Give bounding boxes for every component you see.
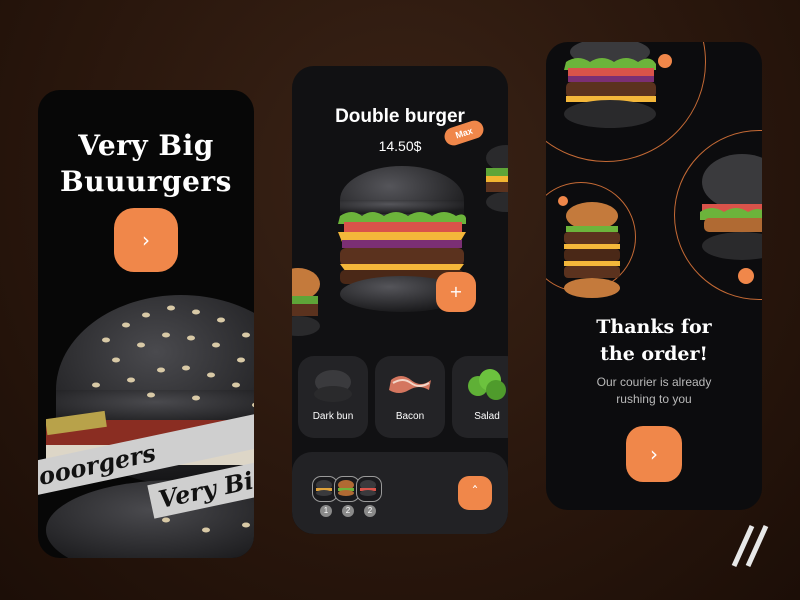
cart-item-qty: 2 (364, 505, 376, 517)
continue-button[interactable]: › (626, 426, 682, 482)
splash-title: Very Big Buuurgers (60, 129, 232, 198)
thanks-title: Thanks for the order! (596, 316, 712, 365)
cart-bar: 1 2 2 ˆ (292, 452, 508, 534)
plus-icon: + (449, 282, 463, 301)
decor-dot (738, 268, 754, 284)
product-price: 14.50$ (378, 138, 422, 154)
burger-icon (360, 480, 376, 496)
chevron-right-icon: › (142, 228, 150, 252)
ingredient-label: Bacon (395, 411, 425, 422)
prev-burger-thumbnail[interactable] (292, 266, 322, 342)
order-confirmation-screen: Thanks for the order! Our courier is alr… (546, 42, 762, 510)
black-burger-image (46, 295, 254, 558)
thanks-subtitle: Our courier is already rushing to you (596, 375, 712, 406)
ingredients-list: Dark bun Bacon Salad (298, 356, 508, 438)
ingredient-card-bacon[interactable]: Bacon (375, 356, 445, 438)
cart-item-qty: 2 (342, 505, 354, 517)
expand-cart-button[interactable]: ˆ (458, 476, 492, 510)
product-screen: Double burger Max 14.50$ + Dark bun Baco… (292, 66, 508, 534)
burger-icon (338, 480, 354, 496)
bacon-icon (389, 376, 431, 393)
chevron-right-icon: › (650, 442, 658, 466)
ingredient-label: Dark bun (312, 411, 354, 422)
ingredient-card-dark-bun[interactable]: Dark bun (298, 356, 368, 438)
cart-item-qty: 1 (320, 505, 332, 517)
salad-icon (468, 369, 506, 400)
ingredient-label: Salad (474, 411, 500, 422)
ingredient-card-salad[interactable]: Salad (452, 356, 508, 438)
splash-screen: Very Big Buuurgers › ooorgers Very Bi (38, 90, 254, 558)
start-button[interactable]: › (114, 201, 186, 273)
brand-logo-icon (731, 524, 769, 568)
cart-item[interactable]: 2 (356, 476, 382, 517)
next-burger-thumbnail[interactable] (482, 144, 508, 216)
decor-dot (658, 54, 672, 68)
burger-image (564, 42, 656, 128)
burger-icon (316, 480, 332, 496)
chevron-up-icon: ˆ (471, 485, 479, 501)
add-to-cart-button[interactable]: + (436, 272, 476, 312)
button-shadow (114, 201, 186, 273)
dark-bun-icon (314, 370, 352, 402)
burger-image (564, 202, 620, 298)
burger-image (700, 154, 762, 260)
